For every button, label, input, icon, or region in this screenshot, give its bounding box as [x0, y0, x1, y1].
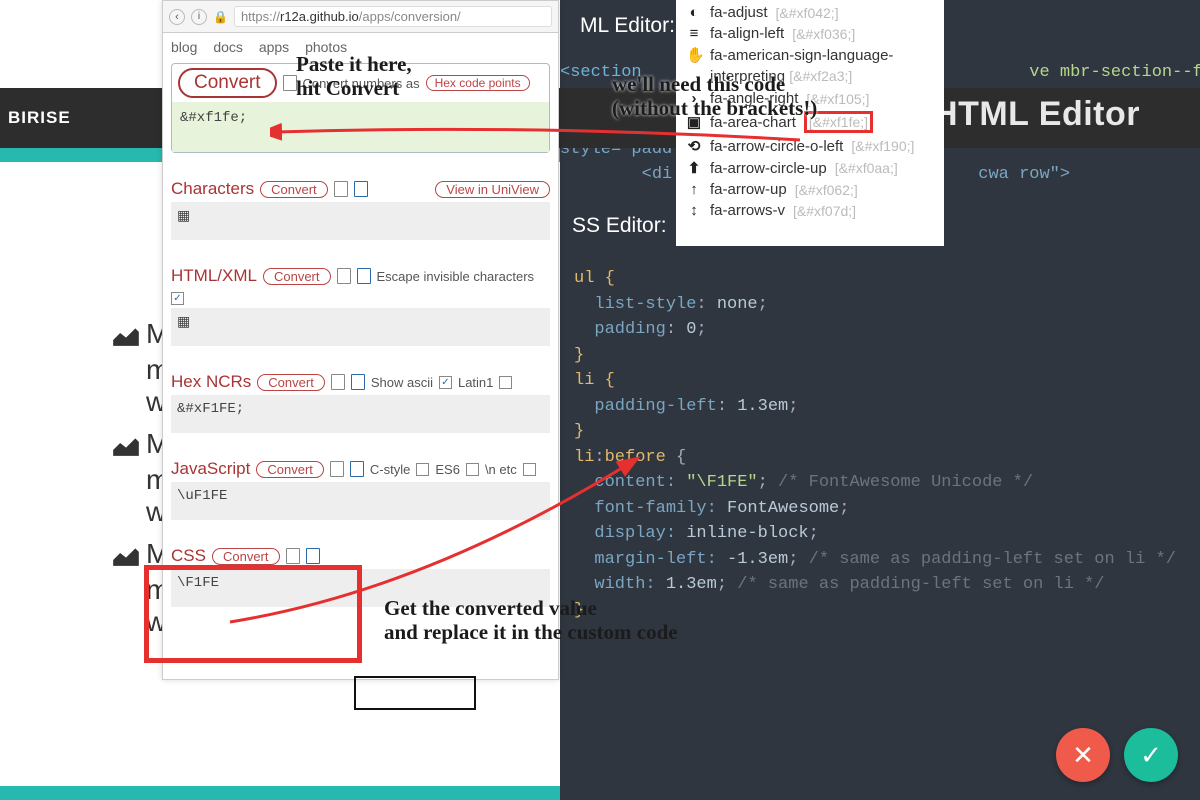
cancel-fab[interactable]: ✕ — [1056, 728, 1110, 782]
show-ascii-checkbox[interactable] — [439, 376, 452, 389]
copy-icon[interactable] — [331, 374, 345, 390]
section-characters: Characters Convert View in UniView ▦ — [171, 179, 550, 240]
confirm-fab[interactable]: ✓ — [1124, 728, 1178, 782]
fa-glyph-icon: ↑ — [686, 181, 702, 198]
copy-icon[interactable] — [286, 548, 300, 564]
copy-icon[interactable] — [334, 181, 348, 197]
page-title-right: HTML Editor — [933, 95, 1140, 134]
annotation-paste: Paste it here, hit Convert — [296, 52, 412, 100]
fa-glyph-icon: ✋ — [686, 46, 702, 64]
hex-mode-pill[interactable]: Hex code points — [426, 75, 530, 91]
html-editor-label: ML Editor: — [580, 10, 675, 42]
address-bar: ‹ i 🔒 https://r12a.github.io/apps/conver… — [163, 1, 558, 33]
copy-icon[interactable] — [283, 75, 297, 91]
nav-docs[interactable]: docs — [213, 39, 243, 55]
close-icon: ✕ — [1072, 740, 1094, 771]
copy-icon[interactable] — [337, 268, 351, 284]
fa-cheatsheet-panel: ◐fa-adjust [&#xf042;]≡fa-align-left [&#x… — [676, 0, 944, 246]
page-title-left: BIRISE — [8, 108, 71, 128]
doc-icon[interactable] — [350, 461, 364, 477]
search-box-outline — [354, 676, 476, 710]
css-convert-button[interactable]: Convert — [212, 548, 280, 565]
es6-checkbox[interactable] — [466, 463, 479, 476]
doc-icon[interactable] — [306, 548, 320, 564]
nav-apps[interactable]: apps — [259, 39, 289, 55]
js-convert-button[interactable]: Convert — [256, 461, 324, 478]
area-chart-icon — [112, 436, 140, 456]
section-javascript: JavaScript Convert C-style ES6 \n etc \u… — [171, 459, 550, 520]
htmlxml-convert-button[interactable]: Convert — [263, 268, 331, 285]
area-chart-icon — [112, 546, 140, 566]
css-editor-label: SS Editor: — [572, 210, 667, 242]
characters-output[interactable]: ▦ — [171, 202, 550, 240]
fa-glyph-icon: ↕ — [686, 202, 702, 219]
section-hexncr: Hex NCRs Convert Show ascii Latin1 &#xF1… — [171, 372, 550, 433]
info-button[interactable]: i — [191, 9, 207, 25]
fa-glyph-icon: ⬆ — [686, 159, 702, 177]
lock-icon: 🔒 — [213, 10, 228, 24]
nav-blog[interactable]: blog — [171, 39, 197, 55]
fa-glyph-icon: ⟲ — [686, 137, 702, 155]
convert-button[interactable]: Convert — [178, 68, 277, 98]
characters-convert-button[interactable]: Convert — [260, 181, 328, 198]
section-htmlxml: HTML/XML Convert Escape invisible charac… — [171, 266, 550, 346]
hexncr-convert-button[interactable]: Convert — [257, 374, 325, 391]
cstyle-checkbox[interactable] — [416, 463, 429, 476]
htmlxml-output[interactable]: ▦ — [171, 308, 550, 346]
copy-icon[interactable] — [330, 461, 344, 477]
doc-icon[interactable] — [357, 268, 371, 284]
hexncr-output[interactable]: &#xF1FE; — [171, 395, 550, 433]
latin1-checkbox[interactable] — [499, 376, 512, 389]
nesc-checkbox[interactable] — [523, 463, 536, 476]
back-button[interactable]: ‹ — [169, 9, 185, 25]
teal-divider-bottom — [0, 786, 560, 800]
annotation-get: Get the converted value and replace it i… — [384, 596, 678, 644]
check-icon: ✓ — [1140, 740, 1162, 771]
url-field[interactable]: https://r12a.github.io/apps/conversion/ — [234, 6, 552, 27]
annotation-need: we'll need this code (without the bracke… — [612, 72, 817, 120]
convert-input[interactable]: &#xf1fe; — [172, 102, 549, 152]
js-output[interactable]: \uF1FE — [171, 482, 550, 520]
annotation-box-css — [144, 565, 362, 663]
view-uniview-button[interactable]: View in UniView — [435, 181, 550, 198]
escape-invisible-checkbox[interactable] — [171, 292, 184, 305]
area-chart-icon — [112, 326, 140, 346]
doc-icon[interactable] — [354, 181, 368, 197]
fa-glyph-icon: ≡ — [686, 25, 702, 42]
doc-icon[interactable] — [351, 374, 365, 390]
css-code-block[interactable]: ul { list-style: none; padding: 0; } li … — [574, 266, 1176, 623]
fa-glyph-icon: ◐ — [686, 4, 702, 21]
